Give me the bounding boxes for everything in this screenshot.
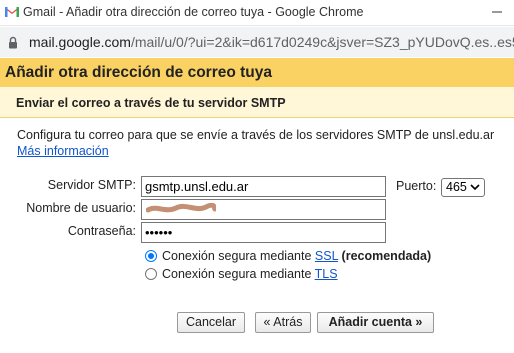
add-account-button[interactable]: Añadir cuenta » xyxy=(317,312,434,333)
tls-option-prefix: Conexión segura mediante xyxy=(162,267,312,281)
window-title: Gmail - Añadir otra dirección de correo … xyxy=(23,5,364,19)
lock-icon[interactable] xyxy=(8,36,18,49)
port-label: Puerto: xyxy=(396,179,437,193)
redaction-mark xyxy=(146,203,216,213)
address-bar[interactable]: mail.google.com/mail/u/0/?ui=2&ik=d617d0… xyxy=(0,27,514,57)
smtp-server-label: Servidor SMTP: xyxy=(47,178,136,192)
dialog-header: Añadir otra dirección de correo tuya xyxy=(0,58,514,87)
gmail-icon xyxy=(5,7,19,17)
url-host: mail.google.com xyxy=(29,34,131,50)
ssl-option-prefix: Conexión segura mediante xyxy=(162,249,312,263)
more-info-link[interactable]: Más información xyxy=(17,144,109,158)
back-button[interactable]: « Atrás xyxy=(255,312,311,333)
port-value: 465 xyxy=(446,180,467,194)
url-path: /mail/u/0/?ui=2&ik=d617d0249c&jsver=SZ3_… xyxy=(130,34,514,50)
port-select[interactable]: 465 xyxy=(441,178,485,197)
minimize-icon xyxy=(492,11,502,13)
dialog-title: Añadir otra dirección de correo tuya xyxy=(5,64,273,81)
minimize-button[interactable] xyxy=(484,4,514,22)
password-label: Contraseña: xyxy=(67,224,136,238)
ssl-recommended: (recomendada) xyxy=(341,249,432,263)
smtp-server-input[interactable] xyxy=(141,176,386,197)
tls-link[interactable]: TLS xyxy=(315,267,338,281)
section-title: Enviar el correo a través de tu servidor… xyxy=(16,96,286,110)
browser-title-bar: Gmail - Añadir otra dirección de correo … xyxy=(0,0,514,26)
tls-option-label[interactable]: Conexión segura mediante TLS xyxy=(162,267,338,281)
ssl-link[interactable]: SSL xyxy=(315,249,338,263)
tls-radio[interactable] xyxy=(145,268,157,280)
cancel-button[interactable]: Cancelar xyxy=(177,312,245,333)
ssl-radio[interactable] xyxy=(145,250,157,262)
section-divider xyxy=(0,117,514,118)
username-label: Nombre de usuario: xyxy=(26,201,136,215)
ssl-option-label[interactable]: Conexión segura mediante SSL (recomendad… xyxy=(162,249,431,263)
chevron-down-icon xyxy=(470,184,480,191)
description-text: Configura tu correo para que se envíe a … xyxy=(17,128,495,142)
section-header: Enviar el correo a través de tu servidor… xyxy=(0,87,514,118)
password-input[interactable] xyxy=(141,222,386,243)
url-text[interactable]: mail.google.com/mail/u/0/?ui=2&ik=d617d0… xyxy=(29,34,514,50)
